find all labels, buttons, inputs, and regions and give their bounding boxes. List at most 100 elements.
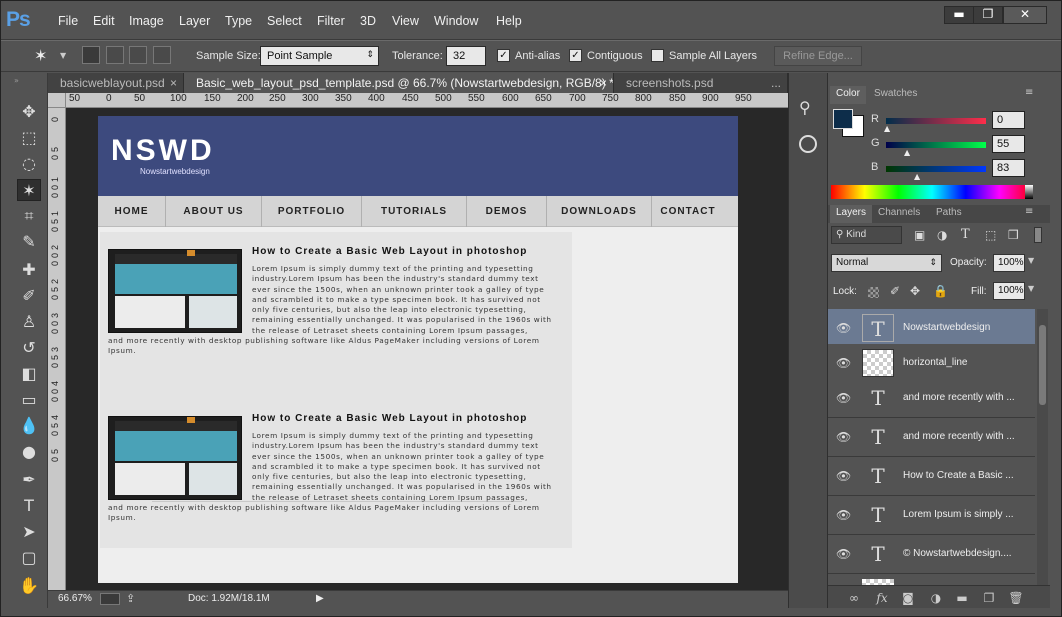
status-icon[interactable] xyxy=(100,593,120,605)
smart-object-filter-icon[interactable]: ❒ xyxy=(1008,228,1019,242)
lock-position-icon[interactable]: ✥ xyxy=(910,284,920,298)
marquee-tool-icon[interactable]: ⬚ xyxy=(17,127,41,149)
type-filter-icon[interactable]: T xyxy=(961,227,970,242)
status-menu-arrow-icon[interactable]: ▶ xyxy=(316,593,324,604)
chevron-down-icon[interactable]: ▼ xyxy=(60,51,66,60)
tab-paths[interactable]: Paths xyxy=(930,205,968,223)
adjustment-layer-icon[interactable]: ◑ xyxy=(928,591,944,605)
intersect-selection-icon[interactable] xyxy=(153,46,171,64)
tab-layers[interactable]: Layers xyxy=(830,205,873,223)
eye-icon[interactable]: 👁 xyxy=(836,547,851,561)
new-group-icon[interactable]: ▬ xyxy=(954,591,970,605)
sample-size-select[interactable]: Point Sample ⇕ xyxy=(260,46,379,66)
subtract-selection-icon[interactable] xyxy=(129,46,147,64)
clone-stamp-tool-icon[interactable]: ♙ xyxy=(17,311,41,333)
b-slider[interactable] xyxy=(886,166,986,172)
chevron-down-icon[interactable]: ▼ xyxy=(1028,256,1034,265)
magic-wand-tool-icon[interactable]: ✶ xyxy=(17,179,41,201)
g-value[interactable]: 55 xyxy=(992,135,1025,153)
shape-filter-icon[interactable]: ⬚ xyxy=(985,228,996,242)
lasso-tool-icon[interactable]: ◌ xyxy=(17,153,41,175)
link-layers-icon[interactable]: ∞ xyxy=(846,591,862,605)
menu-help[interactable]: Help xyxy=(496,14,522,28)
scroll-thumb[interactable] xyxy=(1039,325,1046,405)
eye-icon[interactable]: 👁 xyxy=(836,508,851,522)
collapse-icon[interactable]: » xyxy=(14,76,19,85)
layer-row[interactable]: 👁 T Lorem Ipsum is simply ... xyxy=(828,496,1035,535)
menu-edit[interactable]: Edit xyxy=(93,14,115,28)
menu-3d[interactable]: 3D xyxy=(360,14,376,28)
type-tool-icon[interactable]: T xyxy=(17,495,41,517)
panel-menu-icon[interactable]: ≡ xyxy=(1025,87,1033,98)
move-tool-icon[interactable]: ✥ xyxy=(17,101,41,123)
chevron-down-icon[interactable]: ▼ xyxy=(1028,284,1034,293)
layer-row[interactable]: 👁 T and more recently with ... xyxy=(828,379,1035,418)
lock-image-icon[interactable]: ✐ xyxy=(890,284,900,298)
opacity-input[interactable]: 100% xyxy=(993,254,1025,272)
layer-row[interactable]: 👁 T How to Create a Basic ... xyxy=(828,457,1035,496)
menu-image[interactable]: Image xyxy=(129,14,164,28)
lock-all-icon[interactable]: 🔒 xyxy=(933,284,948,298)
refine-edge-button[interactable]: Refine Edge... xyxy=(774,46,862,66)
history-brush-tool-icon[interactable]: ↺ xyxy=(17,337,41,359)
layer-row[interactable]: 👁 T © Nowstartwebdesign.... xyxy=(828,535,1035,574)
properties-panel-icon[interactable] xyxy=(799,135,817,153)
eyedropper-tool-icon[interactable]: ✎ xyxy=(17,231,41,253)
menu-file[interactable]: File xyxy=(58,14,78,28)
tab-basic-web-layout-template[interactable]: Basic_web_layout_psd_template.psd @ 66.7… xyxy=(184,73,614,93)
minimize-button[interactable]: ▬ xyxy=(944,6,974,24)
eraser-tool-icon[interactable]: ◧ xyxy=(17,363,41,385)
r-slider-handle-icon[interactable]: ▲ xyxy=(884,124,890,133)
lock-transparent-icon[interactable] xyxy=(868,287,879,298)
ruler-origin[interactable] xyxy=(48,93,66,108)
trash-icon[interactable]: 🗑 xyxy=(1008,591,1024,605)
close-icon[interactable]: × xyxy=(600,76,607,90)
g-slider[interactable] xyxy=(886,142,986,148)
gradient-tool-icon[interactable]: ▭ xyxy=(17,389,41,411)
tab-basicweblayout[interactable]: basicweblayout.psd × xyxy=(48,73,184,93)
kind-filter-select[interactable]: ⚲ Kind xyxy=(831,226,902,244)
dodge-tool-icon[interactable]: ● xyxy=(17,441,41,463)
layers-scrollbar[interactable] xyxy=(1037,309,1048,591)
blend-mode-select[interactable]: Normal ⇕ xyxy=(831,254,942,272)
adjustment-filter-icon[interactable]: ◑ xyxy=(937,228,947,242)
contiguous-checkbox[interactable]: ✓ xyxy=(569,49,582,62)
layer-row[interactable]: 👁 horizontal_line xyxy=(828,344,1035,383)
filter-toggle[interactable] xyxy=(1034,227,1042,243)
eye-icon[interactable]: 👁 xyxy=(836,469,851,483)
tab-color[interactable]: Color xyxy=(830,86,866,104)
hand-tool-icon[interactable]: ✋ xyxy=(17,575,41,597)
path-selection-tool-icon[interactable]: ➤ xyxy=(17,521,41,543)
eye-icon[interactable]: 👁 xyxy=(836,356,851,370)
zoom-level[interactable]: 66.67% xyxy=(58,593,92,604)
panel-menu-icon[interactable]: ≡ xyxy=(1025,206,1033,217)
g-slider-handle-icon[interactable]: ▲ xyxy=(904,148,910,157)
document-canvas[interactable]: NSWD Nowstartwebdesign HOME ABOUT US POR… xyxy=(98,116,738,583)
crop-tool-icon[interactable]: ⌗ xyxy=(17,205,41,227)
fx-icon[interactable]: fx xyxy=(874,591,890,605)
r-slider[interactable] xyxy=(886,118,986,124)
rectangle-tool-icon[interactable]: ▢ xyxy=(17,547,41,569)
brush-tool-icon[interactable]: ✐ xyxy=(17,285,41,307)
pen-tool-icon[interactable]: ✒ xyxy=(17,469,41,491)
tab-swatches[interactable]: Swatches xyxy=(868,86,923,104)
add-mask-icon[interactable]: ◙ xyxy=(900,591,916,605)
menu-type[interactable]: Type xyxy=(225,14,252,28)
anti-alias-checkbox[interactable]: ✓ xyxy=(497,49,510,62)
fill-input[interactable]: 100% xyxy=(993,282,1025,300)
new-layer-icon[interactable]: ❐ xyxy=(981,591,997,605)
menu-select[interactable]: Select xyxy=(267,14,302,28)
add-to-selection-icon[interactable] xyxy=(106,46,124,64)
close-window-button[interactable]: ✕ xyxy=(1003,6,1047,24)
pixel-filter-icon[interactable]: ▣ xyxy=(914,228,925,242)
menu-window[interactable]: Window xyxy=(434,14,478,28)
close-icon[interactable]: × xyxy=(170,76,177,90)
b-value[interactable]: 83 xyxy=(992,159,1025,177)
menu-view[interactable]: View xyxy=(392,14,419,28)
menu-filter[interactable]: Filter xyxy=(317,14,345,28)
restore-button[interactable]: ❐ xyxy=(973,6,1003,24)
eye-icon[interactable]: 👁 xyxy=(836,391,851,405)
layer-row[interactable]: 👁 T Nowstartwebdesign xyxy=(828,309,1035,348)
black-white-ramp[interactable] xyxy=(1025,185,1033,199)
tab-channels[interactable]: Channels xyxy=(872,205,926,223)
